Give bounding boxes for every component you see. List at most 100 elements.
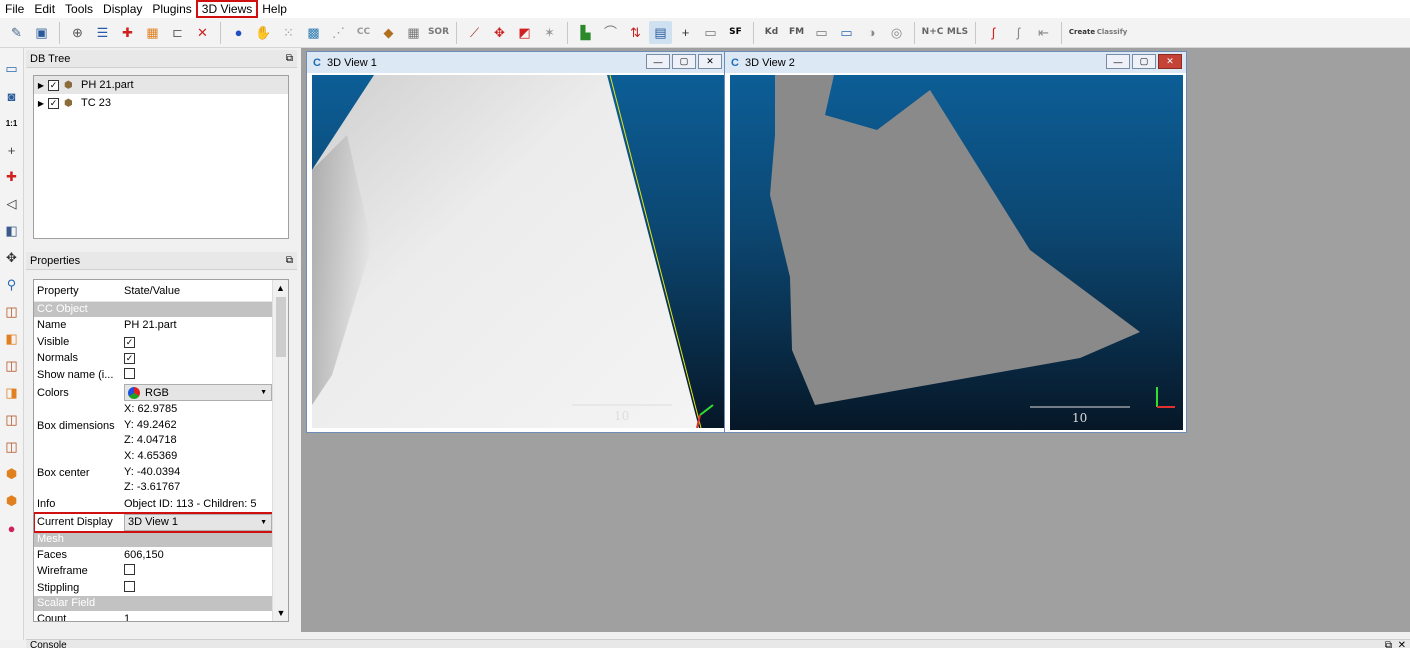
stereo-icon[interactable]: ● <box>1 517 23 539</box>
histogram-icon[interactable]: ▙ <box>574 21 597 44</box>
kd-icon[interactable]: Kd <box>760 21 783 44</box>
sf-icon[interactable]: SF <box>724 21 747 44</box>
left-view-icon[interactable]: ◫ <box>1 355 23 377</box>
scroll-up-icon[interactable]: ▲ <box>273 280 288 296</box>
tree-checkbox[interactable]: ✓ <box>48 97 59 109</box>
s2-icon[interactable]: ʃ <box>1007 21 1030 44</box>
minmax-icon[interactable]: ⇅ <box>624 21 647 44</box>
scatter-icon[interactable]: ⋰ <box>327 21 350 44</box>
calc-icon[interactable]: ▭ <box>699 21 722 44</box>
menu-plugins[interactable]: Plugins <box>147 1 196 17</box>
view2-viewport[interactable]: 10 <box>730 75 1183 430</box>
mls-icon[interactable]: MLS <box>946 21 969 44</box>
plane-icon[interactable]: ◩ <box>513 21 536 44</box>
minimize-icon[interactable]: — <box>1106 54 1130 69</box>
view1-viewport[interactable]: 10 <box>312 75 725 428</box>
export-icon[interactable]: ⇤ <box>1032 21 1055 44</box>
menu-edit[interactable]: Edit <box>29 1 60 17</box>
expand-arrow-icon[interactable]: ▶ <box>34 99 48 108</box>
current-display-dropdown[interactable]: 3D View 1 ▼ <box>124 513 272 531</box>
close-icon[interactable]: ✕ <box>1158 54 1182 69</box>
color-icon[interactable]: ▦ <box>141 21 164 44</box>
iso-back-icon[interactable]: ⬢ <box>1 490 23 512</box>
pivot-plus-icon[interactable]: + <box>1 139 23 161</box>
stippling-checkbox[interactable] <box>124 580 135 592</box>
sphere-icon[interactable]: ● <box>227 21 250 44</box>
star-icon[interactable]: ✶ <box>538 21 561 44</box>
disc-icon[interactable]: ◑ <box>860 21 883 44</box>
close-icon[interactable]: ✕ <box>1398 640 1406 648</box>
menu-tools[interactable]: Tools <box>60 1 98 17</box>
front-cube-icon[interactable]: ◧ <box>1 328 23 350</box>
move-view-icon[interactable]: ✥ <box>1 247 23 269</box>
menu-3d-views[interactable]: 3D Views <box>195 0 259 18</box>
menu-file[interactable]: File <box>0 1 29 17</box>
gear-target-icon[interactable]: ⊕ <box>66 21 89 44</box>
table-icon[interactable]: ▤ <box>649 21 672 44</box>
colors-dropdown[interactable]: RGB ▼ <box>124 384 272 401</box>
view2-render[interactable]: 10 <box>730 75 1183 430</box>
nc-icon[interactable]: N+C <box>921 21 944 44</box>
view1-render[interactable]: 10 <box>312 75 725 428</box>
globe-icon[interactable]: ◎ <box>885 21 908 44</box>
s-icon[interactable]: ʃ <box>982 21 1005 44</box>
open-icon[interactable]: ✎ <box>5 21 28 44</box>
top-view-icon[interactable]: ◫ <box>1 301 23 323</box>
dots-icon[interactable]: ⁙ <box>277 21 300 44</box>
wireframe-checkbox[interactable] <box>124 564 135 576</box>
right-view-icon[interactable]: ◨ <box>1 382 23 404</box>
float-icon[interactable]: ⧉ <box>1385 640 1392 648</box>
tree-item[interactable]: ▶ ✓ ⬢ PH 21.part <box>34 76 288 94</box>
hand-icon[interactable]: ✋ <box>252 21 275 44</box>
checker-icon[interactable]: ▦ <box>402 21 425 44</box>
cc-icon[interactable]: CC <box>352 21 375 44</box>
save-icon[interactable]: ▣ <box>30 21 53 44</box>
expand-arrow-icon[interactable]: ▶ <box>34 81 48 90</box>
bottom-view-icon[interactable]: ◫ <box>1 409 23 431</box>
auto-pivot-icon[interactable]: ✚ <box>1 166 23 188</box>
list-icon[interactable]: ☰ <box>91 21 114 44</box>
view2-titlebar[interactable]: C 3D View 2 — ▢ ✕ <box>725 52 1186 73</box>
monitor-icon[interactable]: ▭ <box>1 58 23 80</box>
csv-icon[interactable]: ▭ <box>835 21 858 44</box>
fm-icon[interactable]: FM <box>785 21 808 44</box>
knife-icon[interactable]: ⟋ <box>463 21 486 44</box>
sor-icon[interactable]: SOR <box>427 21 450 44</box>
minimize-icon[interactable]: — <box>646 54 670 69</box>
float-icon[interactable]: ⧉ <box>286 252 293 270</box>
maximize-icon[interactable]: ▢ <box>1132 54 1156 69</box>
properties-scrollbar[interactable]: ▲ ▼ <box>272 280 288 621</box>
view1-window[interactable]: C 3D View 1 — ▢ ✕ 10 <box>306 51 727 433</box>
link-icon[interactable]: ⊏ <box>166 21 189 44</box>
tree-checkbox[interactable]: ✓ <box>48 79 59 91</box>
zoom-icon[interactable]: ⚲ <box>1 274 23 296</box>
maximize-icon[interactable]: ▢ <box>672 54 696 69</box>
tree-item[interactable]: ▶ ✓ ⬢ TC 23 <box>34 94 288 112</box>
canupo-classify-icon[interactable]: Classify <box>1097 21 1128 44</box>
zoom-1to1-icon[interactable]: 1:1 <box>1 112 23 134</box>
cube-view-icon[interactable]: ◧ <box>1 220 23 242</box>
menu-help[interactable]: Help <box>257 1 292 17</box>
move-icon[interactable]: ✥ <box>488 21 511 44</box>
normals-checkbox[interactable]: ✓ <box>124 353 135 365</box>
bp-icon[interactable]: ▭ <box>810 21 833 44</box>
back-view-icon[interactable]: ◫ <box>1 436 23 458</box>
delete-icon[interactable]: ✕ <box>191 21 214 44</box>
show-name-checkbox[interactable] <box>124 367 135 379</box>
canupo-create-icon[interactable]: Create <box>1068 21 1096 44</box>
plus-icon[interactable]: + <box>674 21 697 44</box>
scroll-thumb[interactable] <box>276 297 286 357</box>
prop-value[interactable]: PH 21.part <box>120 319 274 331</box>
grid-icon[interactable]: ▩ <box>302 21 325 44</box>
chair-icon[interactable]: ◆ <box>377 21 400 44</box>
camera-icon[interactable]: ◙ <box>1 85 23 107</box>
crosshair-icon[interactable]: ✚ <box>116 21 139 44</box>
visible-checkbox[interactable]: ✓ <box>124 336 135 348</box>
menu-display[interactable]: Display <box>98 1 147 17</box>
perspective-icon[interactable]: ◁ <box>1 193 23 215</box>
view2-window[interactable]: C 3D View 2 — ▢ ✕ 10 <box>724 51 1187 433</box>
view1-titlebar[interactable]: C 3D View 1 — ▢ ✕ <box>307 52 726 73</box>
float-icon[interactable]: ⧉ <box>286 50 293 68</box>
close-icon[interactable]: ✕ <box>698 54 722 69</box>
iso-front-icon[interactable]: ⬢ <box>1 463 23 485</box>
